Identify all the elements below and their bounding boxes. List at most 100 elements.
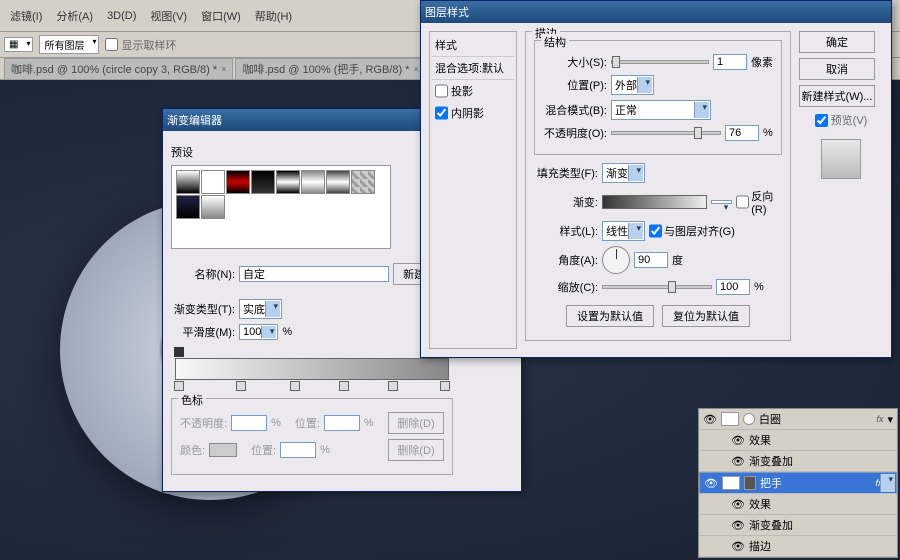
ok-button[interactable]: 确定 (799, 31, 875, 53)
layers-panel: 👁 白圈 fx ▾ 👁效果 👁渐变叠加 👁 把手 fx ▾ 👁效果 👁渐变叠加 👁描边 (698, 408, 898, 558)
doc-tab-2[interactable]: 咖啡.psd @ 100% (把手, RGB/8) * × (235, 58, 425, 79)
sample-dropdown[interactable]: ▦ (4, 37, 33, 52)
drop-shadow-tab[interactable]: 投影 (432, 80, 514, 102)
menu-filter[interactable]: 滤镜(I) (4, 5, 48, 27)
visibility-icon[interactable]: 👁 (703, 412, 717, 426)
gradient-bar[interactable] (175, 358, 449, 380)
layer-row[interactable]: 👁 把手 fx ▾ (699, 472, 897, 494)
stops-legend: 色标 (178, 392, 206, 408)
angle-input[interactable] (634, 252, 668, 268)
preset-swatch[interactable] (301, 170, 325, 194)
smooth-input[interactable]: 100 (239, 324, 278, 340)
fill-type-select[interactable]: 渐变 (602, 163, 645, 183)
preset-swatch[interactable] (251, 170, 275, 194)
tab-label: 咖啡.psd @ 100% (把手, RGB/8) * (242, 61, 409, 77)
pos-label: 位置(P): (543, 77, 607, 93)
close-icon[interactable]: × (221, 64, 226, 74)
layer-row[interactable]: 👁 白圈 fx ▾ (699, 409, 897, 430)
layer-name[interactable]: 把手 (760, 475, 782, 491)
pct: % (364, 417, 374, 429)
gradient-swatch[interactable] (602, 195, 707, 209)
preset-swatch[interactable] (226, 170, 250, 194)
menu-analysis[interactable]: 分析(A) (50, 5, 99, 27)
color-stop[interactable] (174, 381, 184, 391)
scale-slider[interactable] (602, 285, 712, 289)
preset-swatch[interactable] (276, 170, 300, 194)
blend-mode-select[interactable]: 正常 (611, 100, 711, 120)
layer-effect-row[interactable]: 👁效果 (699, 494, 897, 515)
color-stop[interactable] (440, 381, 450, 391)
preset-swatch[interactable] (176, 170, 200, 194)
layer-effect-row[interactable]: 👁渐变叠加 (699, 515, 897, 536)
menu-window[interactable]: 窗口(W) (195, 5, 247, 27)
visibility-icon[interactable]: 👁 (731, 454, 745, 468)
styles-tab[interactable]: 样式 (432, 34, 514, 57)
reset-default-button[interactable]: 复位为默认值 (662, 305, 750, 327)
sample-ring-checkbox[interactable]: 显示取样环 (105, 37, 176, 53)
chevron-down-icon[interactable]: ▾ (887, 413, 893, 426)
stop-pos-label2: 位置: (251, 442, 276, 458)
visibility-icon[interactable]: 👁 (704, 476, 718, 490)
blend-options-tab[interactable]: 混合选项:默认 (432, 57, 514, 80)
visibility-icon[interactable]: 👁 (731, 433, 745, 447)
angle-dial[interactable] (602, 246, 630, 274)
grad-type-label: 渐变类型(T): (171, 301, 235, 317)
reverse-checkbox[interactable]: 反向(R) (736, 188, 782, 216)
layer-effect-row[interactable]: 👁描边 (699, 536, 897, 557)
chevron-down-icon[interactable]: ▾ (886, 477, 892, 490)
size-slider[interactable] (611, 60, 709, 64)
layer-thumb[interactable] (722, 476, 740, 490)
layer-effect-row[interactable]: 👁效果 (699, 430, 897, 451)
gradient-dropdown[interactable] (711, 200, 732, 204)
mask-thumb[interactable] (744, 476, 756, 490)
visibility-icon[interactable]: 👁 (731, 539, 745, 553)
label: 投影 (451, 83, 473, 99)
opacity-slider[interactable] (611, 131, 721, 135)
cancel-button[interactable]: 取消 (799, 58, 875, 80)
set-default-button[interactable]: 设置为默认值 (566, 305, 654, 327)
new-style-button[interactable]: 新建样式(W)... (799, 85, 875, 107)
fx-badge[interactable]: fx (875, 478, 882, 488)
preset-swatch[interactable] (201, 170, 225, 194)
layer-thumb[interactable] (721, 412, 739, 426)
menu-3d[interactable]: 3D(D) (101, 7, 142, 25)
checkbox[interactable] (435, 105, 448, 121)
layers-dropdown[interactable]: 所有图层 (39, 35, 99, 54)
blend-label: 混合模式(B): (543, 102, 607, 118)
mask-thumb[interactable] (743, 413, 755, 425)
menu-help[interactable]: 帮助(H) (249, 5, 298, 27)
scale-input[interactable] (716, 279, 750, 295)
size-input[interactable] (713, 54, 747, 70)
preset-swatch[interactable] (326, 170, 350, 194)
preset-swatch[interactable] (351, 170, 375, 194)
color-stop[interactable] (290, 381, 300, 391)
checkbox[interactable] (435, 83, 448, 99)
preset-grid[interactable] (171, 165, 391, 249)
titlebar[interactable]: 图层样式 (421, 1, 891, 23)
style-select[interactable]: 线性 (602, 221, 645, 241)
preview-checkbox[interactable]: 预览(V) (799, 112, 883, 128)
opacity-stop[interactable] (174, 347, 184, 357)
label: 预览(V) (831, 112, 868, 128)
position-select[interactable]: 外部 (611, 75, 654, 95)
inner-shadow-tab[interactable]: 内阴影 (432, 102, 514, 124)
stop-opacity-input (231, 415, 267, 431)
layer-effect-row[interactable]: 👁渐变叠加 (699, 451, 897, 472)
align-checkbox[interactable]: 与图层对齐(G) (649, 223, 735, 239)
color-stop[interactable] (388, 381, 398, 391)
fx-badge[interactable]: fx (876, 414, 883, 424)
visibility-icon[interactable]: 👁 (731, 518, 745, 532)
preset-swatch[interactable] (201, 195, 225, 219)
doc-tab-1[interactable]: 咖啡.psd @ 100% (circle copy 3, RGB/8) *× (4, 58, 233, 79)
name-input[interactable] (239, 266, 389, 282)
layer-name[interactable]: 白圈 (759, 411, 781, 427)
visibility-icon[interactable]: 👁 (731, 497, 745, 511)
close-icon[interactable]: × (414, 64, 419, 74)
grad-type-select[interactable]: 实底 (239, 299, 282, 319)
fill-type-label: 填充类型(F): (534, 165, 598, 181)
preset-swatch[interactable] (176, 195, 200, 219)
color-stop[interactable] (339, 381, 349, 391)
menu-view[interactable]: 视图(V) (144, 5, 193, 27)
color-stop[interactable] (236, 381, 246, 391)
opacity-input[interactable] (725, 125, 759, 141)
